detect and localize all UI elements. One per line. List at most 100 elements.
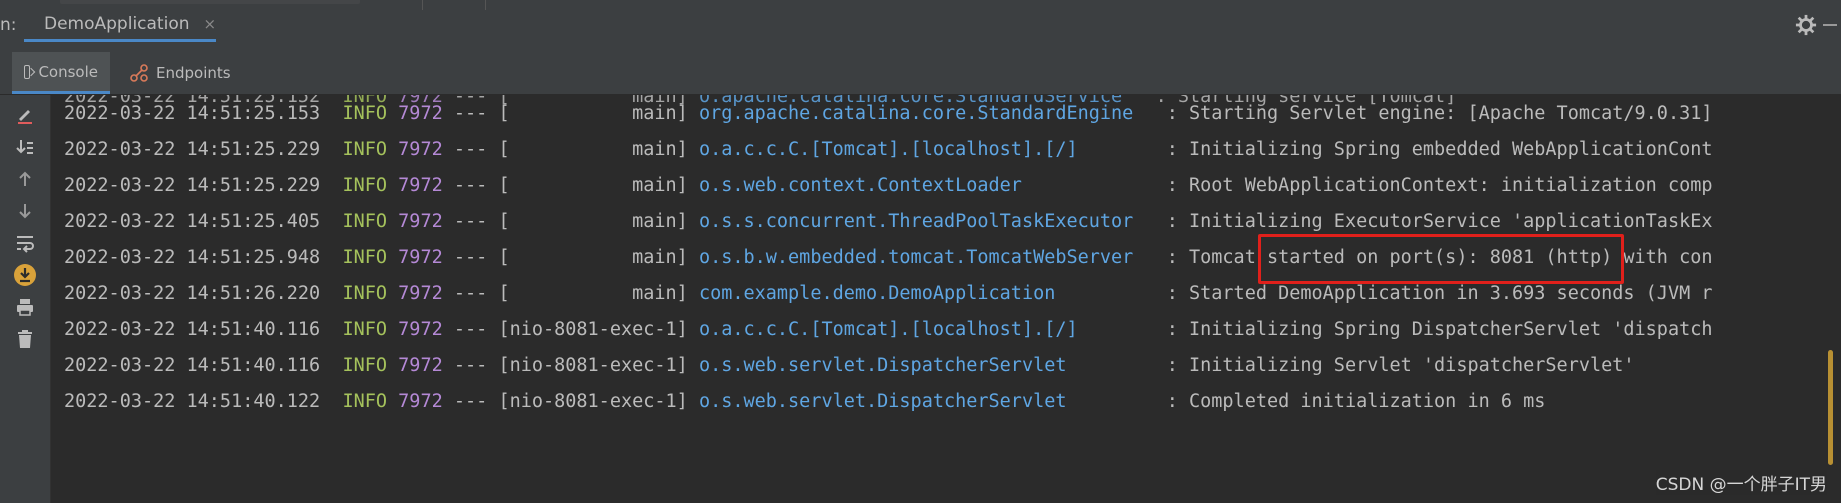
tab-endpoints[interactable]: Endpoints xyxy=(118,52,243,94)
log-message: : Root WebApplicationContext: initializa… xyxy=(1166,175,1713,196)
soft-wrap-pen-icon[interactable] xyxy=(13,103,37,127)
log-timestamp: 2022-03-22 14:51:25.229 xyxy=(64,175,321,196)
close-icon[interactable]: × xyxy=(204,15,217,33)
log-logger[interactable]: org.apache.catalina.core.StandardEngine xyxy=(699,103,1156,124)
log-thread: [ main] xyxy=(498,247,688,268)
log-thread: [ main] xyxy=(498,103,688,124)
log-timestamp: 2022-03-22 14:51:40.116 xyxy=(64,355,321,376)
log-separator: --- xyxy=(453,355,488,376)
log-thread: [ main] xyxy=(498,211,688,232)
log-thread: [ main] xyxy=(498,283,688,304)
log-thread: [ main] xyxy=(498,139,688,160)
log-separator: --- xyxy=(453,319,488,340)
run-toolwindow-header: n: DemoApplication × xyxy=(0,0,1841,45)
log-timestamp: 2022-03-22 14:51:25.948 xyxy=(64,247,321,268)
log-level: INFO xyxy=(342,283,388,304)
log-pid: 7972 xyxy=(398,139,443,160)
hide-icon[interactable] xyxy=(1823,24,1837,26)
log-line: 2022-03-22 14:51:40.116 INFO 7972 --- [n… xyxy=(64,354,1635,378)
divider xyxy=(485,0,486,10)
log-separator: --- xyxy=(453,247,488,268)
run-tab-demoapplication[interactable]: DemoApplication × xyxy=(24,8,216,42)
log-level: INFO xyxy=(342,103,388,124)
tab-console[interactable]: Console xyxy=(12,52,110,94)
log-level: INFO xyxy=(342,247,388,268)
trash-icon[interactable] xyxy=(13,327,37,351)
log-pid: 7972 xyxy=(398,283,443,304)
log-pid: 7972 xyxy=(398,211,443,232)
log-pid: 7972 xyxy=(398,355,443,376)
download-icon[interactable] xyxy=(13,263,37,287)
endpoints-icon xyxy=(130,64,148,82)
tab-endpoints-label: Endpoints xyxy=(156,64,231,82)
run-label: n: xyxy=(0,15,17,35)
gear-icon[interactable] xyxy=(1795,14,1817,36)
log-timestamp: 2022-03-22 14:51:26.220 xyxy=(64,283,321,304)
log-message: : Initializing Spring DispatcherServlet … xyxy=(1166,319,1713,340)
log-line: 2022-03-22 14:51:25.229 INFO 7972 --- [ … xyxy=(64,174,1713,198)
divider xyxy=(422,0,423,10)
log-timestamp: 2022-03-22 14:51:25.405 xyxy=(64,211,321,232)
log-line: 2022-03-22 14:51:25.229 INFO 7972 --- [ … xyxy=(64,138,1713,162)
log-message: : Starting Servlet engine: [Apache Tomca… xyxy=(1166,103,1713,124)
log-message: : Initializing ExecutorService 'applicat… xyxy=(1166,211,1713,232)
log-timestamp: 2022-03-22 14:51:40.116 xyxy=(64,319,321,340)
log-logger[interactable]: o.a.c.c.C.[Tomcat].[localhost].[/] xyxy=(699,139,1156,160)
log-thread: [ main] xyxy=(498,175,688,196)
log-logger[interactable]: o.a.c.c.C.[Tomcat].[localhost].[/] xyxy=(699,319,1156,340)
console-output[interactable]: 2022-03-22 14:51:25.152 INFO 7972 --- [ … xyxy=(50,95,1841,503)
log-thread: [nio-8081-exec-1] xyxy=(498,319,688,340)
watermark: CSDN @一个胖子IT男 xyxy=(1655,470,1827,495)
run-tab-label: DemoApplication xyxy=(44,13,190,34)
log-level: INFO xyxy=(342,319,388,340)
log-line: 2022-03-22 14:51:40.122 INFO 7972 --- [n… xyxy=(64,390,1545,414)
log-separator: --- xyxy=(453,139,488,160)
console-tabs-bar: Console Endpoints xyxy=(0,44,1841,95)
background-file-tab xyxy=(60,0,360,4)
log-pid: 7972 xyxy=(398,319,443,340)
log-logger[interactable]: o.s.web.servlet.DispatcherServlet xyxy=(699,355,1156,376)
wrap-lines-icon[interactable] xyxy=(13,231,37,255)
log-logger[interactable]: o.s.web.context.ContextLoader xyxy=(699,175,1156,196)
log-level: INFO xyxy=(342,355,388,376)
log-level: INFO xyxy=(342,175,388,196)
log-separator: --- xyxy=(453,391,488,412)
log-logger[interactable]: o.s.b.w.embedded.tomcat.TomcatWebServer xyxy=(699,247,1156,268)
log-line: 2022-03-22 14:51:26.220 INFO 7972 --- [ … xyxy=(64,282,1713,306)
log-timestamp: 2022-03-22 14:51:25.229 xyxy=(64,139,321,160)
log-level: INFO xyxy=(342,139,388,160)
log-message: : Completed initialization in 6 ms xyxy=(1166,391,1546,412)
log-logger[interactable]: com.example.demo.DemoApplication xyxy=(699,283,1156,304)
log-thread: [nio-8081-exec-1] xyxy=(498,355,688,376)
log-pid: 7972 xyxy=(398,175,443,196)
log-pid: 7972 xyxy=(398,391,443,412)
scroll-to-end-icon[interactable] xyxy=(13,135,37,159)
annotation-highlight-box xyxy=(1258,234,1624,284)
log-line: 2022-03-22 14:51:25.405 INFO 7972 --- [ … xyxy=(64,210,1713,234)
log-separator: --- xyxy=(453,211,488,232)
log-timestamp: 2022-03-22 14:51:40.122 xyxy=(64,391,321,412)
log-logger[interactable]: o.s.s.concurrent.ThreadPoolTaskExecutor xyxy=(699,211,1156,232)
log-separator: --- xyxy=(453,103,488,124)
log-message: : Initializing Spring embedded WebApplic… xyxy=(1166,139,1713,160)
down-arrow-icon[interactable] xyxy=(13,199,37,223)
log-pid: 7972 xyxy=(398,103,443,124)
log-separator: --- xyxy=(453,175,488,196)
console-toolbar xyxy=(0,95,51,503)
up-arrow-icon[interactable] xyxy=(13,167,37,191)
tab-console-label: Console xyxy=(38,62,98,81)
log-logger[interactable]: o.s.web.servlet.DispatcherServlet xyxy=(699,391,1156,412)
log-line: 2022-03-22 14:51:25.153 INFO 7972 --- [ … xyxy=(64,102,1713,126)
console-icon xyxy=(24,64,31,79)
log-message: : Started DemoApplication in 3.693 secon… xyxy=(1166,283,1713,304)
log-separator: --- xyxy=(453,283,488,304)
log-thread: [nio-8081-exec-1] xyxy=(498,391,688,412)
print-icon[interactable] xyxy=(13,295,37,319)
log-level: INFO xyxy=(342,211,388,232)
log-pid: 7972 xyxy=(398,247,443,268)
log-timestamp: 2022-03-22 14:51:25.153 xyxy=(64,103,321,124)
log-line: 2022-03-22 14:51:40.116 INFO 7972 --- [n… xyxy=(64,318,1713,342)
vertical-scrollbar-thumb[interactable] xyxy=(1828,350,1833,465)
log-message: : Initializing Servlet 'dispatcherServle… xyxy=(1166,355,1635,376)
log-level: INFO xyxy=(342,391,388,412)
